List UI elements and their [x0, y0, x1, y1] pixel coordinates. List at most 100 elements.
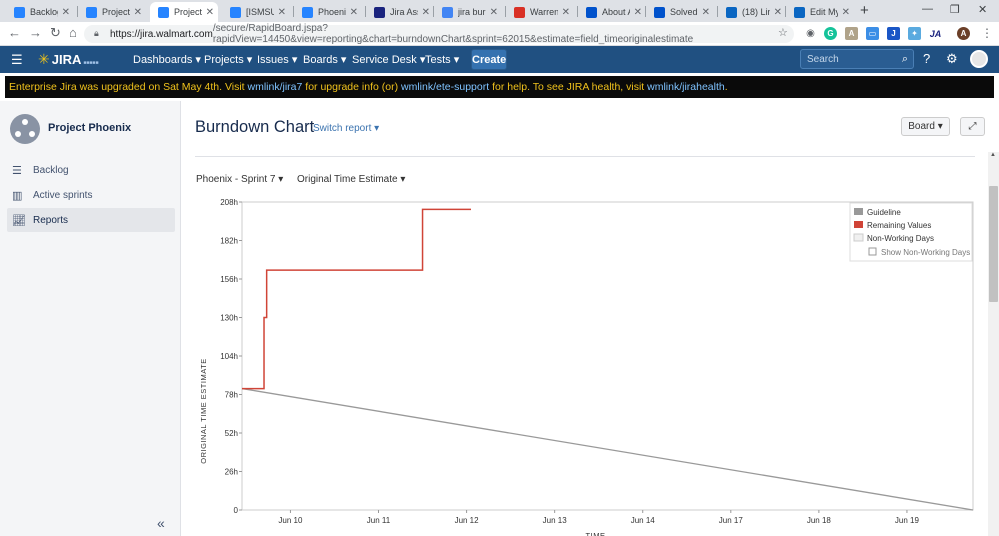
- nav-tests[interactable]: Tests ▾: [425, 53, 459, 66]
- backlog-icon: ☰: [12, 164, 22, 177]
- scroll-up-icon[interactable]: ▲: [990, 152, 996, 158]
- y-axis-title: ORIGINAL TIME ESTIMATE: [199, 358, 208, 463]
- walmart-spark-icon: ✳: [38, 51, 50, 67]
- close-tab-icon[interactable]: ✕: [490, 7, 498, 18]
- atlassian-icon: [586, 6, 597, 18]
- tab-title: Jira Assi: [390, 7, 418, 17]
- browser-tab[interactable]: Project P ✕: [78, 2, 146, 22]
- linkedin-icon: [794, 6, 805, 18]
- tab-title: Edit My: [810, 7, 838, 17]
- browser-tab[interactable]: Solved: ✕: [646, 2, 714, 22]
- x-tick-label: Jun 18: [807, 516, 832, 525]
- nav-issues[interactable]: Issues ▾: [257, 53, 297, 66]
- browser-tab[interactable]: Warren ✕: [506, 2, 574, 22]
- fullscreen-icon[interactable]: ⤢: [960, 117, 985, 136]
- restore-icon[interactable]: ❐: [950, 3, 960, 16]
- grammarly-extension-icon[interactable]: G: [824, 27, 837, 40]
- profile-avatar-icon[interactable]: A: [957, 27, 970, 40]
- user-avatar[interactable]: [970, 50, 988, 68]
- new-tab-icon[interactable]: +: [860, 2, 869, 19]
- estimate-select[interactable]: Original Time Estimate ▾: [297, 174, 405, 185]
- sprint-select[interactable]: Phoenix - Sprint 7 ▾: [196, 174, 283, 185]
- close-tab-icon[interactable]: ✕: [206, 7, 214, 18]
- switch-report-button[interactable]: Switch report ▾: [313, 123, 379, 134]
- reload-icon[interactable]: ↻: [50, 25, 61, 41]
- nav-service-desk[interactable]: Service Desk ▾: [352, 53, 425, 66]
- bookmark-star-icon[interactable]: ☆: [778, 26, 788, 39]
- forward-icon[interactable]: →: [29, 25, 42, 40]
- browser-tab[interactable]: (18) Link ✕: [718, 2, 786, 22]
- banner-link-jira7[interactable]: wmlink/jira7: [248, 81, 303, 93]
- tab-title: Project P: [102, 7, 130, 17]
- banner-link-jirahealth[interactable]: wmlink/jirahealth: [647, 81, 725, 93]
- jira-icon: [230, 6, 241, 18]
- jira-logo-text: JIRA: [51, 52, 82, 67]
- close-tab-icon[interactable]: ✕: [774, 7, 782, 18]
- browser-tab[interactable]: Project P ✕: [150, 2, 218, 22]
- close-tab-icon[interactable]: ✕: [562, 7, 570, 18]
- browser-tab[interactable]: Phoenix ✕: [294, 2, 362, 22]
- x-tick-label: Jun 14: [631, 516, 656, 525]
- create-button[interactable]: Create: [471, 49, 507, 70]
- nav-dashboards[interactable]: Dashboards ▾: [133, 53, 201, 66]
- x-tick-label: Jun 19: [895, 516, 920, 525]
- browser-tab[interactable]: Jira Assi ✕: [366, 2, 434, 22]
- banner-link-ete-support[interactable]: wmlink/ete-support: [401, 81, 489, 93]
- minimize-icon[interactable]: —: [922, 3, 933, 15]
- browser-tab[interactable]: About A ✕: [578, 2, 646, 22]
- jira-align-extension-icon[interactable]: JA: [929, 27, 942, 40]
- search-input[interactable]: Search ⌕: [800, 49, 914, 69]
- show-non-working-days-checkbox: [868, 247, 877, 256]
- close-tab-icon[interactable]: ✕: [62, 7, 70, 18]
- j-extension-icon[interactable]: J: [887, 27, 900, 40]
- collapse-sidebar-icon[interactable]: «: [157, 515, 165, 531]
- help-icon[interactable]: ?: [923, 51, 930, 66]
- browser-tab[interactable]: [ISMSUP ✕: [222, 2, 290, 22]
- kebab-menu-icon[interactable]: ⋮: [981, 26, 993, 40]
- atlassian-icon: [654, 6, 665, 18]
- pdf-extension-icon[interactable]: A: [845, 27, 858, 40]
- twitter-extension-icon[interactable]: ✦: [908, 27, 921, 40]
- url-path: /secure/RapidBoard.jspa?rapidView=14450&…: [212, 23, 694, 45]
- chat-extension-icon[interactable]: ▭: [866, 27, 879, 40]
- project-avatar[interactable]: [10, 114, 40, 144]
- page-scrollbar[interactable]: ▲: [988, 152, 999, 536]
- banner-text-4: .: [724, 81, 728, 93]
- browser-tab[interactable]: Edit My ✕: [786, 2, 854, 22]
- lock-icon: 🔒︎: [94, 28, 99, 38]
- search-icon: ⌕: [901, 53, 908, 65]
- y-tick-label: 78h: [225, 391, 238, 400]
- jira-icon: [302, 6, 313, 18]
- y-tick-label: 26h: [225, 468, 238, 477]
- gmail-icon: [514, 6, 525, 18]
- close-window-icon[interactable]: ✕: [978, 3, 987, 16]
- close-tab-icon[interactable]: ✕: [702, 7, 710, 18]
- browser-tabstrip: Backlog✕Project P✕Project P✕[ISMSUP✕Phoe…: [0, 0, 999, 22]
- browser-tab[interactable]: jira burn ✕: [434, 2, 502, 22]
- board-button[interactable]: Board ▾: [901, 117, 950, 136]
- close-tab-icon[interactable]: ✕: [134, 7, 142, 18]
- home-icon[interactable]: ⌂: [69, 25, 77, 40]
- y-tick-label: 182h: [220, 237, 238, 246]
- settings-gear-icon[interactable]: ⚙: [946, 51, 958, 67]
- close-tab-icon[interactable]: ✕: [842, 7, 850, 18]
- close-tab-icon[interactable]: ✕: [350, 7, 358, 18]
- project-name[interactable]: Project Phoenix: [48, 122, 131, 134]
- close-tab-icon[interactable]: ✕: [422, 7, 430, 18]
- nav-projects[interactable]: Projects ▾: [204, 53, 252, 66]
- scrollbar-thumb[interactable]: [989, 186, 998, 302]
- sidebar-item-backlog[interactable]: ☰ Backlog: [7, 158, 175, 182]
- app-switcher-icon[interactable]: ☰: [11, 52, 23, 68]
- banner-text-3: for help. To see JIRA health, visit: [492, 81, 645, 93]
- close-tab-icon[interactable]: ✕: [634, 7, 642, 18]
- legend-label: Non-Working Days: [867, 234, 934, 243]
- jira-logo[interactable]: ✳ JIRA ■■■■■: [38, 51, 98, 68]
- sidebar-item-active-sprints[interactable]: ▥ Active sprints: [7, 183, 175, 207]
- nav-boards[interactable]: Boards ▾: [303, 53, 346, 66]
- close-tab-icon[interactable]: ✕: [278, 7, 286, 18]
- address-bar[interactable]: 🔒︎ https://jira.walmart.com/secure/Rapid…: [84, 23, 794, 45]
- browser-tab[interactable]: Backlog ✕: [6, 2, 74, 22]
- camera-extension-icon[interactable]: ◉: [804, 27, 817, 40]
- back-icon[interactable]: ←: [8, 25, 21, 40]
- sidebar-item-reports[interactable]: 📈︎ Reports: [7, 208, 175, 232]
